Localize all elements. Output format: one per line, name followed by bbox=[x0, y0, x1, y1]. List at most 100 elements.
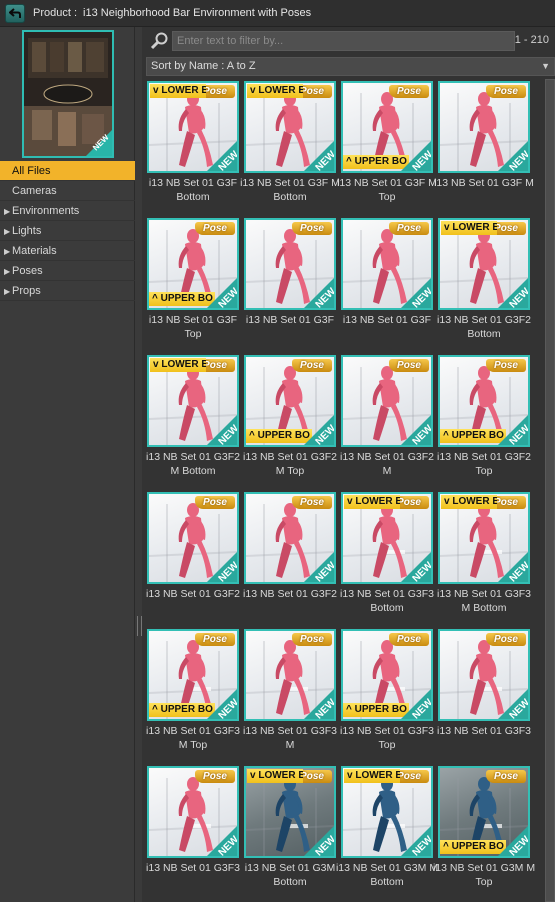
asset-thumbnail[interactable]: Pose NEW bbox=[147, 492, 239, 584]
asset-tile[interactable]: Pose v LOWER B NEW i13 NB Set 01 G3F2 Botto… bbox=[437, 218, 531, 348]
asset-tile[interactable]: Pose NEW i13 NB Set 01 G3F2 M bbox=[340, 355, 434, 485]
asset-tile[interactable]: Pose v LOWER B NEW i13 NB Set 01 G3M M Bott… bbox=[336, 766, 438, 896]
sort-dropdown[interactable]: Sort by Name : A to Z ▼ bbox=[146, 57, 555, 76]
expand-triangle-icon[interactable]: ▶ bbox=[4, 202, 12, 222]
pose-badge: Pose bbox=[486, 770, 526, 783]
asset-thumbnail[interactable]: Pose NEW bbox=[244, 218, 336, 310]
asset-thumbnail[interactable]: Pose NEW bbox=[438, 81, 530, 173]
asset-tile[interactable]: Pose v LOWER B NEW i13 NB Set 01 G3F M Bott… bbox=[240, 81, 340, 211]
pose-badge: Pose bbox=[292, 359, 332, 372]
asset-thumbnail[interactable]: Pose v LOWER B NEW bbox=[244, 81, 336, 173]
asset-thumbnail[interactable]: Pose v LOWER B NEW bbox=[341, 492, 433, 584]
asset-tile[interactable]: Pose NEW i13 NB Set 01 G3F3 bbox=[146, 766, 240, 896]
asset-thumbnail[interactable]: Pose v LOWER B NEW bbox=[147, 355, 239, 447]
sidebar-item-environments[interactable]: ▶ Environments bbox=[0, 201, 135, 221]
expand-triangle-icon[interactable]: ▶ bbox=[4, 222, 12, 242]
asset-thumbnail[interactable]: Pose ^ UPPER BO NEW bbox=[341, 629, 433, 721]
asset-tile[interactable]: Pose v LOWER B NEW i13 NB Set 01 G3F2 M Bot… bbox=[146, 355, 240, 485]
new-corner-icon: NEW bbox=[498, 689, 528, 719]
asset-tile[interactable]: Pose NEW i13 NB Set 01 G3F2 bbox=[146, 492, 240, 622]
asset-tile[interactable]: Pose NEW i13 NB Set 01 G3F2 bbox=[243, 492, 337, 622]
asset-thumbnail[interactable]: Pose ^ UPPER BO NEW bbox=[438, 766, 530, 858]
asset-thumbnail[interactable]: Pose NEW bbox=[438, 629, 530, 721]
asset-label: i13 NB Set 01 G3F2 bbox=[146, 588, 240, 600]
asset-thumbnail[interactable]: Pose NEW bbox=[341, 355, 433, 447]
lower-body-badge: v LOWER B bbox=[247, 84, 303, 98]
new-corner-icon: NEW bbox=[304, 689, 334, 719]
asset-label: i13 NB Set 01 G3F2 M bbox=[340, 451, 434, 477]
asset-tile[interactable]: Pose ^ UPPER BO NEW i13 NB Set 01 G3F3 Top bbox=[340, 629, 434, 759]
sidebar-item-all-files[interactable]: All Files bbox=[0, 161, 135, 181]
asset-tile[interactable]: Pose ^ UPPER BO NEW i13 NB Set 01 G3F2 M To… bbox=[243, 355, 337, 485]
asset-tile[interactable]: Pose NEW i13 NB Set 01 G3F bbox=[341, 218, 433, 348]
pose-badge: Pose bbox=[389, 633, 429, 646]
asset-label: i13 NB Set 01 G3F2 M Top bbox=[243, 451, 337, 477]
new-corner-icon: NEW bbox=[498, 552, 528, 582]
asset-tile[interactable]: Pose ^ UPPER BO NEW i13 NB Set 01 G3F2 Top bbox=[437, 355, 531, 485]
asset-label: i13 NB Set 01 G3F2 bbox=[243, 588, 337, 600]
lower-body-badge: v LOWER B bbox=[441, 221, 497, 235]
asset-tile[interactable]: Pose ^ UPPER BO NEW i13 NB Set 01 G3F3 M To… bbox=[146, 629, 240, 759]
asset-thumbnail[interactable]: Pose v LOWER B NEW bbox=[147, 81, 239, 173]
new-corner-icon: NEW bbox=[498, 141, 528, 171]
lower-body-badge: v LOWER B bbox=[344, 769, 400, 783]
sidebar-item-poses[interactable]: ▶ Poses bbox=[0, 261, 135, 281]
asset-tile[interactable]: Pose NEW i13 NB Set 01 G3F3 bbox=[437, 629, 531, 759]
pose-badge: Pose bbox=[195, 222, 235, 235]
asset-tile[interactable]: Pose v LOWER B NEW i13 NB Set 01 G3F3 Botto… bbox=[340, 492, 434, 622]
sidebar-item-label: Poses bbox=[12, 265, 43, 277]
expand-triangle-icon[interactable]: ▶ bbox=[4, 242, 12, 262]
asset-thumbnail[interactable]: Pose v LOWER B NEW bbox=[438, 218, 530, 310]
new-corner-icon: NEW bbox=[207, 826, 237, 856]
asset-thumbnail[interactable]: Pose NEW bbox=[341, 218, 433, 310]
sidebar-item-label: Lights bbox=[12, 225, 42, 237]
pose-badge: Pose bbox=[195, 633, 235, 646]
asset-thumbnail[interactable]: Pose NEW bbox=[147, 766, 239, 858]
asset-tile[interactable]: Pose v LOWER B NEW i13 NB Set 01 G3F3 M Bot… bbox=[437, 492, 531, 622]
asset-tile[interactable]: Pose v LOWER B NEW i13 NB Set 01 G3F Bottom bbox=[147, 81, 239, 211]
asset-tile[interactable]: Pose ^ UPPER BO NEW i13 NB Set 01 G3F M Top bbox=[337, 81, 437, 211]
asset-thumbnail[interactable]: Pose NEW bbox=[244, 629, 336, 721]
asset-thumbnail[interactable]: Pose ^ UPPER BO NEW bbox=[147, 629, 239, 721]
lower-body-badge: v LOWER B bbox=[247, 769, 303, 783]
asset-label: i13 NB Set 01 G3F2 Bottom bbox=[437, 314, 531, 340]
asset-thumbnail[interactable]: Pose ^ UPPER BO NEW bbox=[341, 81, 433, 173]
asset-thumbnail[interactable]: Pose ^ UPPER BO NEW bbox=[147, 218, 239, 310]
expand-triangle-icon[interactable]: ▶ bbox=[4, 282, 12, 302]
filter-input[interactable] bbox=[172, 31, 515, 51]
asset-thumbnail[interactable]: Pose ^ UPPER BO NEW bbox=[244, 355, 336, 447]
vertical-scrollbar[interactable] bbox=[545, 79, 555, 902]
asset-label: i13 NB Set 01 G3M M Top bbox=[432, 862, 536, 888]
asset-tile[interactable]: Pose v LOWER B NEW i13 NB Set 01 G3M Bottom bbox=[244, 766, 336, 896]
new-corner-icon: NEW bbox=[498, 278, 528, 308]
magnifier-icon[interactable] bbox=[150, 31, 170, 51]
sidebar-item-lights[interactable]: ▶ Lights bbox=[0, 221, 135, 241]
lower-body-badge: v LOWER B bbox=[344, 495, 400, 509]
asset-tile[interactable]: Pose NEW i13 NB Set 01 G3F bbox=[244, 218, 336, 348]
new-corner-icon: NEW bbox=[401, 826, 431, 856]
expand-triangle-icon[interactable]: ▶ bbox=[4, 262, 12, 282]
scrollbar-thumb[interactable] bbox=[545, 79, 555, 902]
asset-label: i13 NB Set 01 G3F3 M bbox=[243, 725, 337, 751]
asset-tile[interactable]: Pose NEW i13 NB Set 01 G3F3 M bbox=[243, 629, 337, 759]
asset-label: i13 NB Set 01 G3F3 M Top bbox=[146, 725, 240, 751]
sidebar-item-props[interactable]: ▶ Props bbox=[0, 281, 135, 301]
asset-thumbnail[interactable]: Pose v LOWER B NEW bbox=[244, 766, 336, 858]
sidebar-item-cameras[interactable]: Cameras bbox=[0, 181, 135, 201]
result-range: 1 - 210 bbox=[514, 34, 549, 46]
asset-tile[interactable]: Pose ^ UPPER BO NEW i13 NB Set 01 G3M M Top bbox=[433, 766, 535, 896]
asset-thumbnail[interactable]: Pose NEW bbox=[244, 492, 336, 584]
asset-thumbnail[interactable]: Pose v LOWER B NEW bbox=[341, 766, 433, 858]
asset-tile[interactable]: Pose NEW i13 NB Set 01 G3F M bbox=[434, 81, 534, 211]
title-bar: Product : i13 Neighborhood Bar Environme… bbox=[0, 0, 555, 27]
back-arrow-icon[interactable] bbox=[5, 3, 25, 23]
new-corner-icon: NEW bbox=[401, 689, 431, 719]
pose-badge: Pose bbox=[389, 85, 429, 98]
asset-thumbnail[interactable]: Pose ^ UPPER BO NEW bbox=[438, 355, 530, 447]
asset-tile[interactable]: Pose ^ UPPER BO NEW i13 NB Set 01 G3F Top bbox=[147, 218, 239, 348]
sidebar-item-materials[interactable]: ▶ Materials bbox=[0, 241, 135, 261]
asset-label: i13 NB Set 01 G3M Bottom bbox=[244, 862, 336, 888]
new-corner-icon: NEW bbox=[401, 141, 431, 171]
asset-thumbnail[interactable]: Pose v LOWER B NEW bbox=[438, 492, 530, 584]
new-corner-icon: NEW bbox=[304, 415, 334, 445]
